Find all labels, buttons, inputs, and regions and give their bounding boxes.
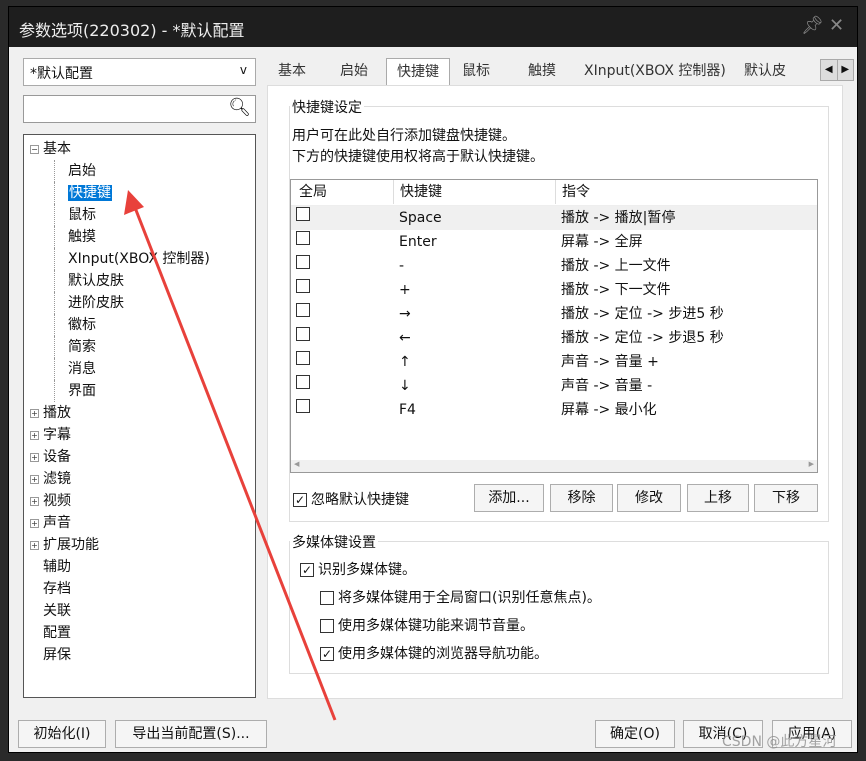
annotation-arrow <box>124 190 337 721</box>
arrow-line <box>132 204 337 721</box>
arrow-head <box>124 190 144 215</box>
